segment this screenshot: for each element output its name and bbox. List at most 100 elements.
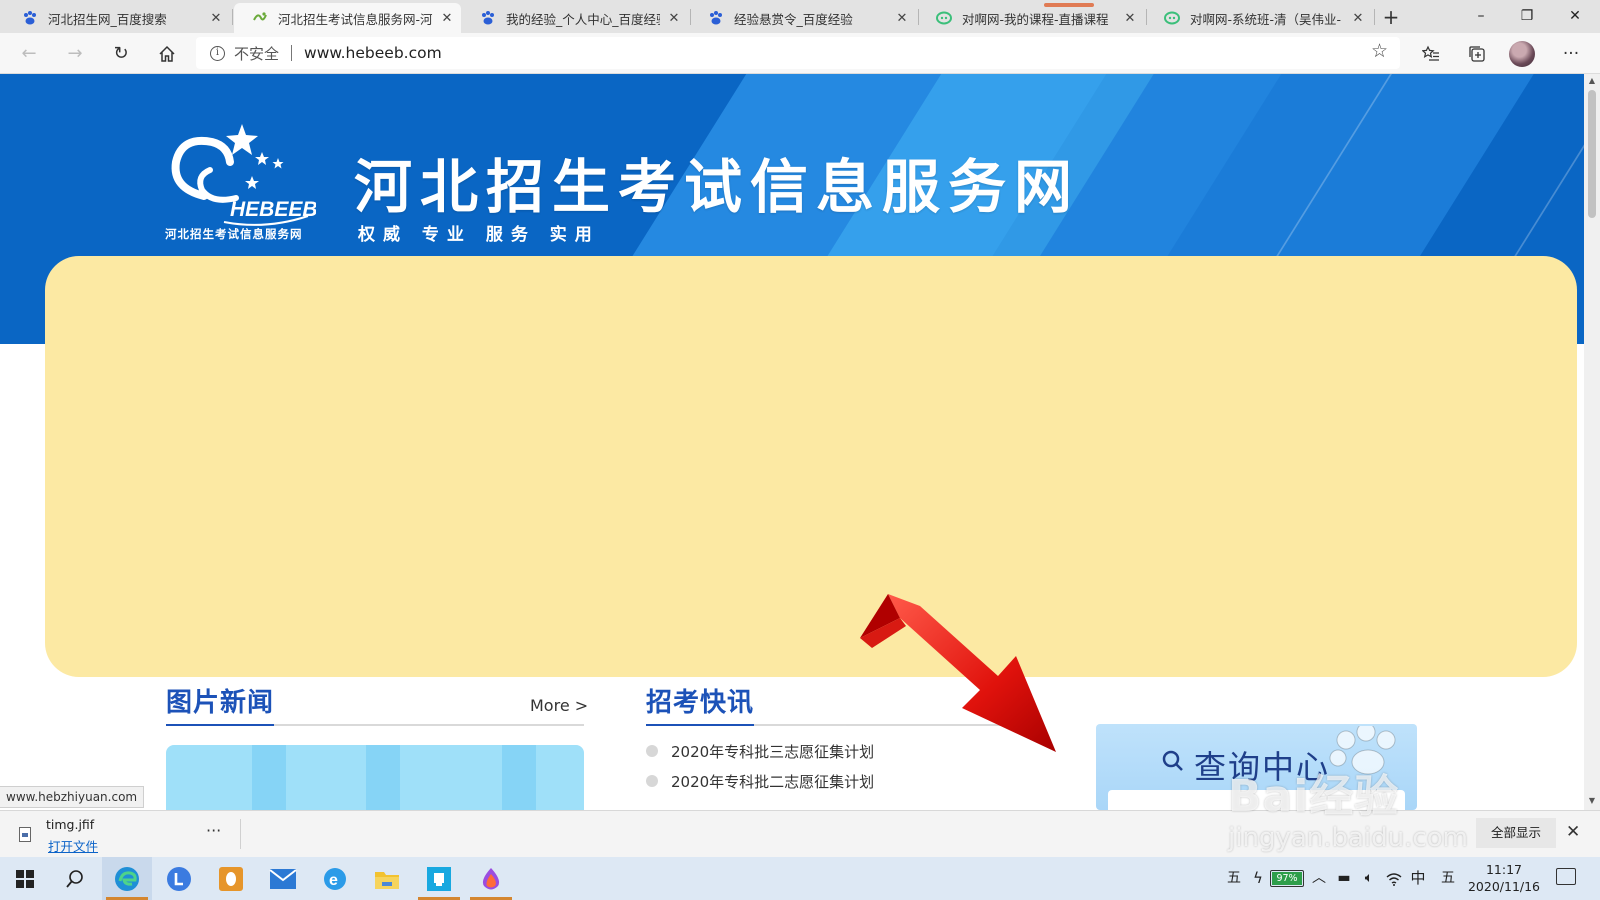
scrollbar-thumb[interactable] <box>1588 90 1596 218</box>
photo-news-image[interactable] <box>166 745 584 810</box>
list-item[interactable]: 2020年专科批三志愿征集计划 <box>646 736 874 766</box>
avatar[interactable] <box>1509 41 1535 67</box>
file-explorer-icon[interactable] <box>362 857 412 900</box>
image-decoration <box>252 745 286 810</box>
tab-title: 河北招生考试信息服务网-河: <box>278 11 433 27</box>
url-text[interactable]: www.hebeeb.com <box>304 44 442 62</box>
svg-text:e: e <box>329 872 338 889</box>
power-icon[interactable]: ▬ <box>1332 857 1356 900</box>
more-icon[interactable]: ··· <box>1556 39 1586 69</box>
download-more-button[interactable]: ··· <box>206 821 221 840</box>
status-url: www.hebzhiyuan.com <box>0 786 145 808</box>
taskbar: e 五 ϟ 97% ︿ ▬ 🔈︎ 中 五 11:17 2020/11/16 <box>0 857 1600 900</box>
edge-icon[interactable] <box>102 857 152 900</box>
star-icon[interactable]: ☆ <box>1371 40 1388 62</box>
site-title: 河北招生考试信息服务网 <box>354 153 1081 221</box>
ie-icon[interactable]: e <box>310 857 360 900</box>
file-icon <box>19 827 31 842</box>
tab-separator <box>232 9 233 25</box>
favorites-icon[interactable] <box>1416 39 1446 69</box>
image-decoration <box>366 745 400 810</box>
logo-caption: 河北招生考试信息服务网 <box>165 227 303 241</box>
mail-icon[interactable] <box>258 857 308 900</box>
photo-news-title: 图片新闻 <box>166 688 275 718</box>
forward-arrow-icon[interactable]: → <box>60 39 90 69</box>
search-icon <box>1162 750 1183 771</box>
close-tab-icon[interactable]: ✕ <box>439 11 455 26</box>
tab-title: 对啊网-系统班-清（吴伟业- <box>1190 11 1342 27</box>
photo-news-more-link[interactable]: More > <box>530 696 588 715</box>
close-tab-icon[interactable]: ✕ <box>666 11 682 26</box>
qq-icon[interactable] <box>206 857 256 900</box>
wifi-icon[interactable] <box>1382 857 1406 900</box>
duia-icon <box>936 10 952 26</box>
navigation-bar: ← → ↻ i 不安全 www.hebeeb.com ☆ ··· <box>0 33 1600 74</box>
tab-title: 对啊网-我的课程-直播课程 <box>962 11 1109 27</box>
tab-title: 经验悬赏令_百度经验 <box>734 11 853 27</box>
ime-indicator-right[interactable]: 五 <box>1436 857 1460 900</box>
site-slogan: 权威 专业 服务 实用 <box>358 225 600 245</box>
site-logo[interactable]: HEBEEB <box>166 118 316 240</box>
language-indicator[interactable]: 中 <box>1406 857 1430 900</box>
collections-icon[interactable] <box>1462 39 1492 69</box>
minimize-button[interactable]: – <box>1458 0 1504 32</box>
duia-icon <box>1164 10 1180 26</box>
tab-duia-live[interactable]: 对啊网-我的课程-直播课程 ✕ <box>918 3 1144 33</box>
watermark-brand: Bai经验 <box>1228 771 1400 822</box>
baidu-paw-icon <box>22 10 38 26</box>
close-download-bar-button[interactable]: ✕ <box>1566 822 1580 842</box>
ime-indicator-left[interactable]: 五 <box>1222 857 1246 900</box>
download-file-name[interactable]: timg.jfif <box>46 817 94 832</box>
tab-title: 河北招生网_百度搜索 <box>48 11 167 27</box>
clock-time: 11:17 <box>1485 862 1523 877</box>
tab-reward[interactable]: 经验悬赏令_百度经验 ✕ <box>690 3 916 33</box>
scroll-up-icon[interactable]: ▲ <box>1584 76 1600 85</box>
close-tab-icon[interactable]: ✕ <box>1122 11 1138 26</box>
baidu-paw-icon <box>480 10 496 26</box>
speaker-icon[interactable]: 🔈︎ <box>1358 857 1380 900</box>
app-l-icon[interactable] <box>154 857 204 900</box>
close-tab-icon[interactable]: ✕ <box>208 11 224 26</box>
close-window-button[interactable]: ✕ <box>1552 0 1598 32</box>
security-label: 不安全 <box>234 44 280 63</box>
battery-icon[interactable]: 97% <box>1270 870 1304 887</box>
tab-hebeeb[interactable]: 河北招生考试信息服务网-河: ✕ <box>234 3 461 33</box>
tab-baidu-search[interactable]: 河北招生网_百度搜索 ✕ <box>4 3 230 33</box>
page-scrollbar[interactable]: ▲ ▼ <box>1584 74 1600 810</box>
system-clock[interactable]: 11:17 2020/11/16 <box>1460 861 1548 895</box>
charging-icon: ϟ <box>1253 869 1263 887</box>
scroll-down-icon[interactable]: ▼ <box>1584 796 1600 805</box>
close-tab-icon[interactable]: ✕ <box>894 11 910 26</box>
close-tab-icon[interactable]: ✕ <box>1350 11 1366 26</box>
section-divider <box>166 724 584 726</box>
address-bar[interactable]: i 不安全 www.hebeeb.com ☆ <box>196 37 1400 69</box>
tab-duia-course[interactable]: 对啊网-系统班-清（吴伟业- ✕ <box>1146 3 1372 33</box>
chevron-up-icon[interactable]: ︿ <box>1308 857 1330 900</box>
show-all-button[interactable]: 全部显示 <box>1476 818 1556 848</box>
search-icon[interactable] <box>50 857 100 900</box>
section-divider-accent <box>166 724 274 726</box>
list-item[interactable]: 2020年专科批二志愿征集计划 <box>646 766 874 796</box>
restore-button[interactable]: ❐ <box>1504 0 1550 32</box>
pinned-app-icon[interactable] <box>414 857 464 900</box>
windows-start-icon[interactable] <box>0 857 50 900</box>
ad-placeholder-panel <box>45 256 1577 677</box>
open-file-link[interactable]: 打开文件 <box>48 836 98 855</box>
back-arrow-icon[interactable]: ← <box>14 39 44 69</box>
bullet-icon <box>646 775 658 787</box>
home-icon[interactable] <box>152 39 182 69</box>
tab-my-experience[interactable]: 我的经验_个人中心_百度经验 ✕ <box>462 3 688 33</box>
download-separator <box>240 819 241 849</box>
hebeeb-site-icon <box>252 10 268 26</box>
news-link[interactable]: 2020年专科批二志愿征集计划 <box>671 771 874 792</box>
info-icon[interactable]: i <box>210 45 225 61</box>
paint-icon[interactable] <box>466 857 516 900</box>
new-tab-button[interactable]: + <box>1378 4 1404 30</box>
notification-center-icon[interactable] <box>1556 868 1576 885</box>
exam-news-list: 2020年专科批三志愿征集计划 2020年专科批二志愿征集计划 <box>646 736 874 796</box>
address-divider <box>291 45 293 61</box>
battery-level: 97% <box>1272 872 1302 885</box>
tab-strip: 河北招生网_百度搜索 ✕ 河北招生考试信息服务网-河: ✕ 我的经验_个人中心_… <box>0 0 1600 33</box>
news-link[interactable]: 2020年专科批三志愿征集计划 <box>671 741 874 762</box>
refresh-icon[interactable]: ↻ <box>106 39 136 69</box>
